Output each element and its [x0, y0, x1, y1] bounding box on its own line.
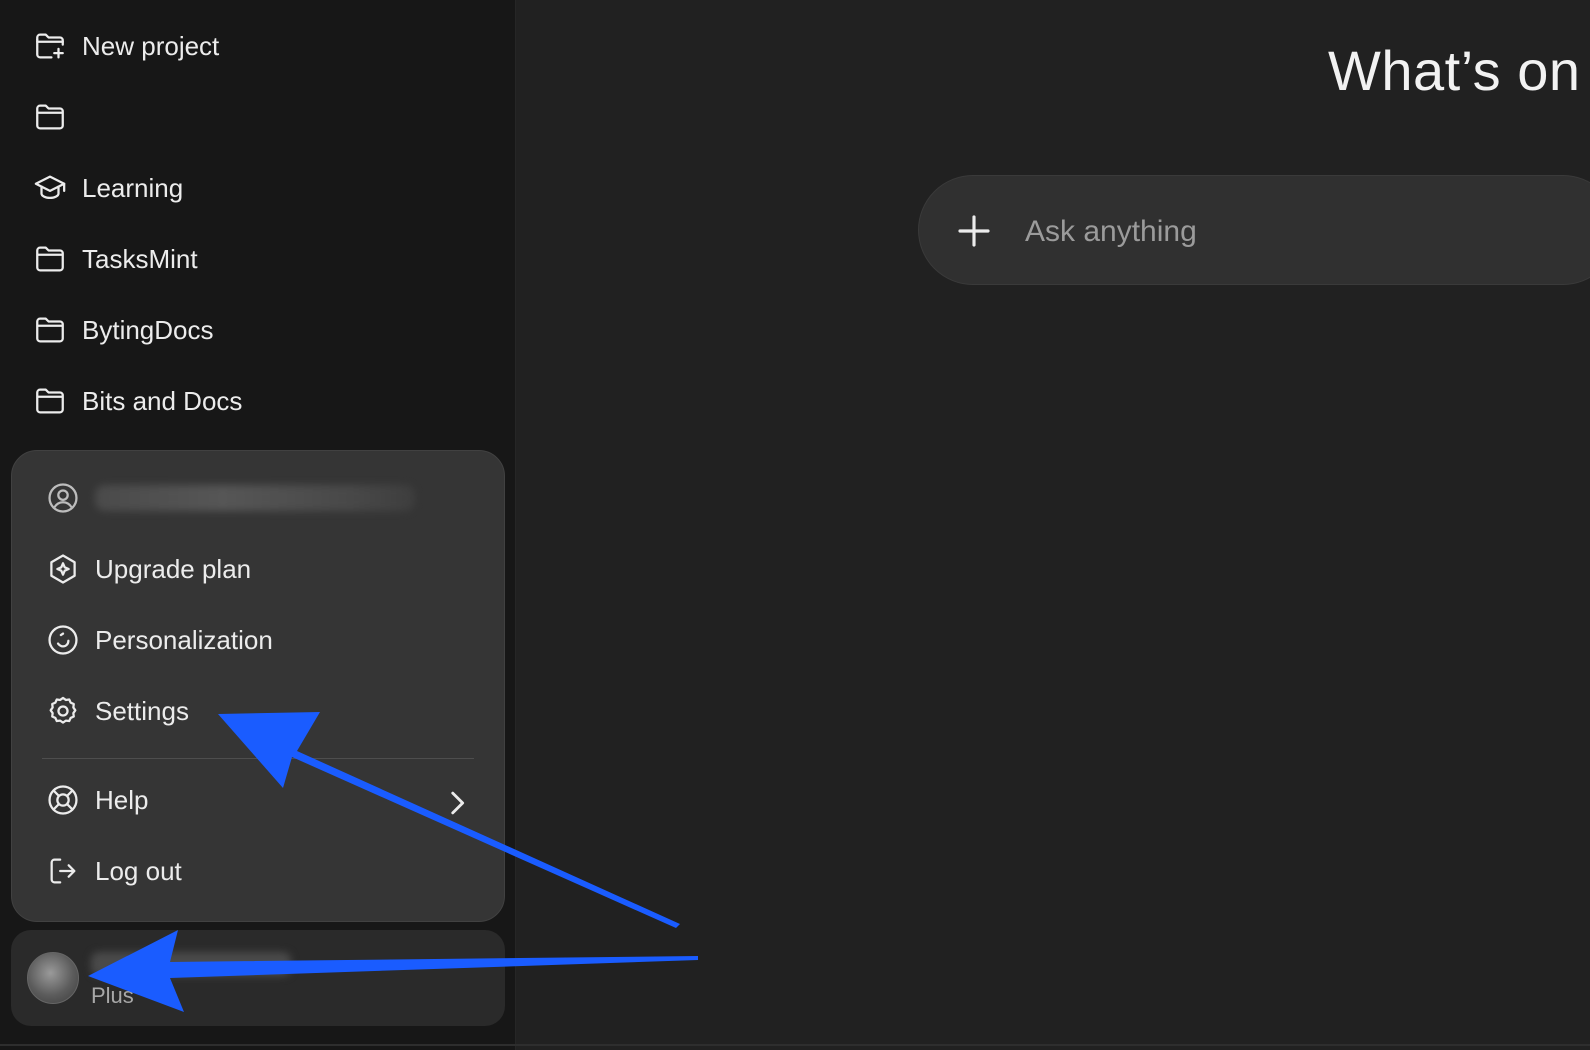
- user-circle-icon: [45, 480, 81, 516]
- help-item[interactable]: Help: [45, 776, 474, 824]
- account-menu: Upgrade plan Personalization Settings He…: [11, 450, 505, 922]
- sidebar: New project Learning TasksMint BytingDoc…: [0, 0, 516, 1050]
- plus-icon[interactable]: [953, 210, 995, 252]
- menu-item-label: Settings: [95, 695, 189, 726]
- user-profile-button[interactable]: Plus: [11, 930, 505, 1026]
- account-email-item[interactable]: [45, 474, 474, 522]
- menu-item-label: Log out: [95, 855, 182, 886]
- menu-item-label: Personalization: [95, 624, 273, 655]
- sidebar-item-label: Bits and Docs: [82, 385, 243, 416]
- sidebar-item-learning[interactable]: Learning: [32, 164, 183, 212]
- upgrade-sparkle-icon: [45, 551, 81, 587]
- folder-icon: [32, 312, 68, 348]
- sidebar-item-bytingdocs[interactable]: BytingDocs: [32, 306, 214, 354]
- chevron-right-icon: [451, 791, 465, 815]
- folder-icon: [32, 241, 68, 277]
- sidebar-item-tasksmint[interactable]: TasksMint: [32, 235, 198, 283]
- folder-icon: [32, 99, 68, 135]
- settings-item[interactable]: Settings: [45, 687, 474, 735]
- upgrade-plan-item[interactable]: Upgrade plan: [45, 545, 474, 593]
- user-plan-label: Plus: [91, 983, 134, 1008]
- avatar: [27, 952, 79, 1004]
- lifebuoy-icon: [45, 782, 81, 818]
- sidebar-item-unnamed-folder[interactable]: [32, 93, 82, 141]
- menu-item-label: Upgrade plan: [95, 553, 252, 584]
- sidebar-item-label: TasksMint: [82, 243, 198, 274]
- sidebar-item-label: BytingDocs: [82, 314, 214, 345]
- sidebar-item-label: New project: [82, 30, 220, 61]
- folder-icon: [32, 383, 68, 419]
- logout-item[interactable]: Log out: [45, 847, 474, 895]
- sidebar-item-new-project[interactable]: New project: [32, 22, 219, 70]
- bottom-border: [0, 1044, 1590, 1046]
- folder-plus-icon: [32, 28, 68, 64]
- sidebar-item-label: Learning: [82, 172, 184, 203]
- page-title: What’s on t: [1328, 39, 1590, 102]
- sidebar-item-bits-and-docs[interactable]: Bits and Docs: [32, 377, 242, 425]
- personalization-item[interactable]: Personalization: [45, 616, 474, 664]
- blurred-user-name: [91, 952, 291, 976]
- personalization-icon: [45, 622, 81, 658]
- prompt-input[interactable]: [1023, 204, 1587, 260]
- menu-divider: [42, 758, 474, 759]
- blurred-email: [95, 485, 415, 511]
- composer: [918, 175, 1590, 285]
- menu-item-label: Help: [95, 784, 149, 815]
- logout-icon: [45, 853, 81, 889]
- gear-icon: [45, 693, 81, 729]
- graduation-cap-icon: [32, 170, 68, 206]
